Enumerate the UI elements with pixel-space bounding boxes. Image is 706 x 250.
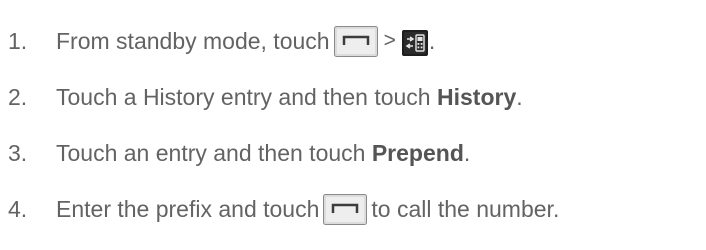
menu-icon: [401, 28, 428, 56]
step-number: 1.: [8, 28, 28, 54]
step-text: Touch a History entry and then touch: [56, 84, 437, 110]
step-2: 2. Touch a History entry and then touch …: [8, 77, 523, 117]
step-text: Enter the prefix and touch: [56, 196, 320, 222]
step-text: Touch an entry and then touch: [56, 140, 372, 166]
step-text: From standby mode, touch: [56, 28, 330, 54]
step-4: 4. Enter the prefix and touch to call th…: [8, 189, 559, 229]
step-3: 3. Touch an entry and then touch Prepend…: [8, 133, 470, 173]
step-text-end: .: [516, 84, 523, 110]
step-bold-term: Prepend: [371, 140, 464, 166]
send-key-icon: [333, 25, 378, 57]
step-text-end: .: [463, 140, 471, 166]
step-bold-term: History: [437, 84, 517, 110]
step-text-end: .: [428, 28, 436, 54]
step-text-end: to call the number.: [371, 196, 560, 222]
step-number: 3.: [8, 140, 28, 166]
step-number: 2.: [8, 84, 28, 110]
step-number: 4.: [8, 196, 28, 222]
step-1: 1. From standby mode, touch > .: [8, 21, 435, 61]
send-key-icon: [323, 193, 368, 225]
separator: >: [383, 29, 396, 52]
instruction-steps: 1. From standby mode, touch > . 2. Touch…: [0, 0, 706, 250]
